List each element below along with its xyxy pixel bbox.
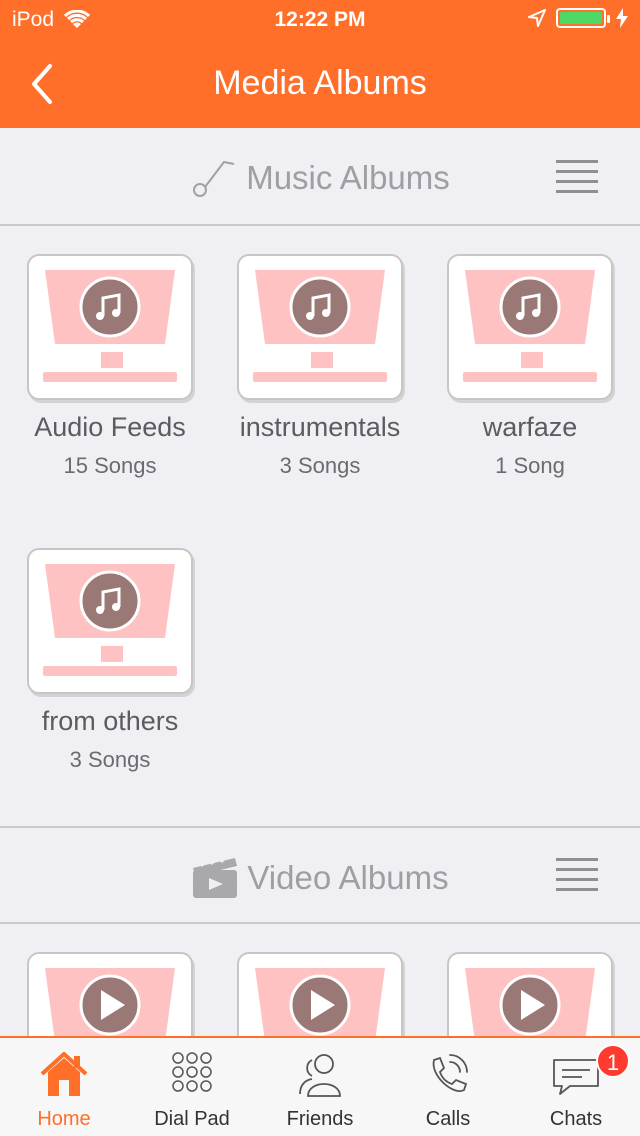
nav-bar: Media Albums	[0, 40, 640, 128]
clapperboard-icon	[193, 856, 238, 898]
music-album-icon	[43, 270, 177, 382]
header: iPod 12:22 PM Media Albums	[0, 0, 640, 128]
tab-calls[interactable]: Calls	[384, 1038, 512, 1136]
music-albums-header: Music Albums	[0, 130, 640, 226]
album-thumbnail	[237, 254, 403, 400]
album-from-others[interactable]: from others 3 Songs	[5, 548, 215, 773]
album-name: instrumentals	[239, 412, 401, 442]
location-arrow-icon	[528, 9, 546, 27]
music-albums-title: Music Albums	[246, 159, 450, 196]
tab-label: Calls	[425, 1108, 471, 1130]
album-warfaze[interactable]: warfaze 1 Song	[425, 254, 635, 479]
charging-bolt-icon	[616, 8, 628, 28]
friends-icon	[299, 1054, 341, 1097]
tab-chats[interactable]: Chats 1	[512, 1038, 640, 1136]
tab-label: Home	[37, 1108, 91, 1130]
tab-friends[interactable]: Friends	[256, 1038, 384, 1136]
tab-label: Friends	[286, 1108, 354, 1130]
album-count: 3 Songs	[279, 453, 361, 478]
music-note-icon	[193, 160, 235, 197]
phone-icon	[432, 1054, 468, 1092]
chats-badge: 1	[596, 1044, 630, 1078]
tab-home[interactable]: Home	[0, 1038, 128, 1136]
tab-label: Chats	[549, 1108, 603, 1130]
album-count: 1 Song	[495, 453, 565, 478]
home-icon	[40, 1052, 88, 1096]
album-name: from others	[41, 706, 179, 736]
tab-label: Dial Pad	[154, 1108, 230, 1130]
album-name: Audio Feeds	[34, 412, 186, 442]
album-audio-feeds[interactable]: Audio Feeds 15 Songs	[5, 254, 215, 479]
music-album-icon	[463, 270, 597, 382]
album-thumbnail	[27, 548, 193, 694]
video-albums-title: Video Albums	[247, 859, 449, 896]
music-menu-icon[interactable]	[556, 160, 598, 196]
album-instrumentals[interactable]: instrumentals 3 Songs	[215, 254, 425, 479]
dialpad-icon	[172, 1052, 212, 1092]
album-thumbnail	[27, 254, 193, 400]
video-menu-icon[interactable]	[556, 858, 598, 894]
album-count: 3 Songs	[69, 747, 151, 772]
album-count: 15 Songs	[63, 453, 157, 478]
album-name: warfaze	[482, 412, 578, 442]
page-title: Media Albums	[213, 64, 427, 102]
status-bar: iPod 12:22 PM	[0, 0, 640, 40]
album-thumbnail	[447, 254, 613, 400]
video-albums-header: Video Albums	[0, 828, 640, 924]
tab-bar: Home Dial Pad Friends Calls Chats 1	[0, 1036, 640, 1136]
chat-icon	[553, 1059, 599, 1095]
music-album-icon	[253, 270, 387, 382]
music-album-icon	[43, 564, 177, 676]
tab-dial-pad[interactable]: Dial Pad	[128, 1038, 256, 1136]
battery-icon	[556, 8, 610, 28]
